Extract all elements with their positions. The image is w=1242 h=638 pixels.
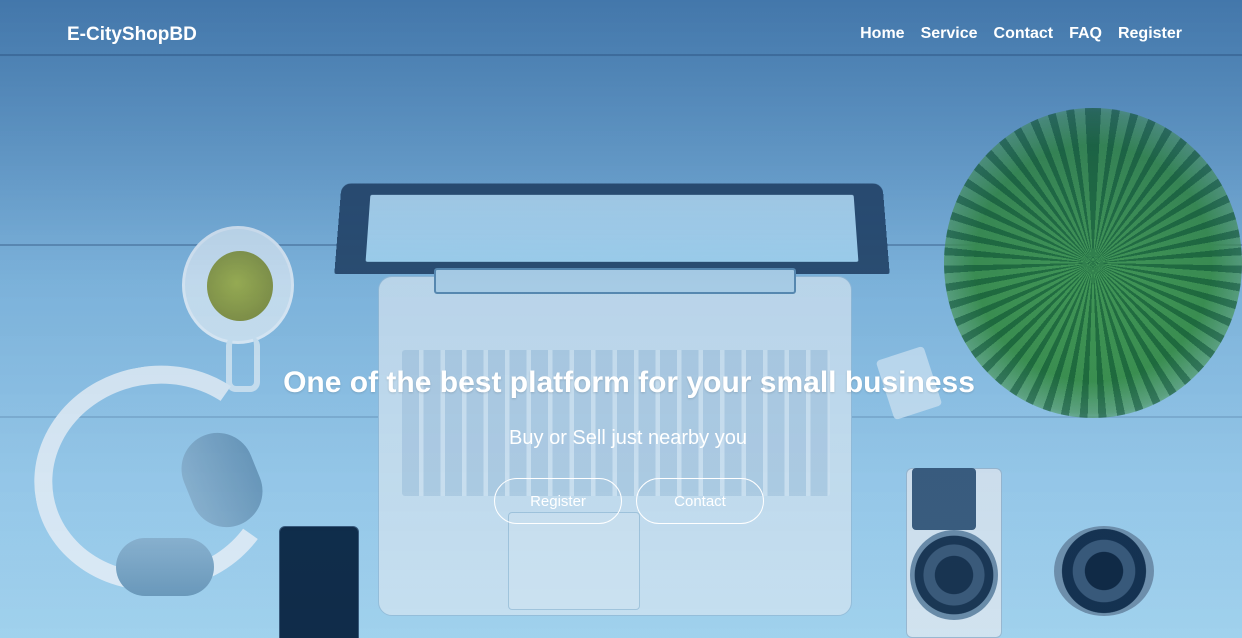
hero-background-image [0, 0, 1242, 638]
contact-button[interactable]: Contact [636, 478, 764, 524]
nav-link-home[interactable]: Home [860, 25, 904, 43]
hero-title: One of the best platform for your small … [283, 366, 975, 399]
brand-logo[interactable]: E-CityShopBD [67, 24, 197, 46]
top-navbar: E-CityShopBD Home Service Contact FAQ Re… [0, 0, 1242, 70]
nav-link-register[interactable]: Register [1118, 25, 1182, 43]
nav-menu: Home Service Contact FAQ Register [860, 25, 1182, 43]
nav-link-contact[interactable]: Contact [994, 25, 1054, 43]
nav-link-faq[interactable]: FAQ [1069, 25, 1102, 43]
nav-link-service[interactable]: Service [921, 25, 978, 43]
register-button[interactable]: Register [494, 478, 622, 524]
hero-subtitle: Buy or Sell just nearby you [509, 427, 747, 449]
blue-overlay [0, 0, 1242, 638]
